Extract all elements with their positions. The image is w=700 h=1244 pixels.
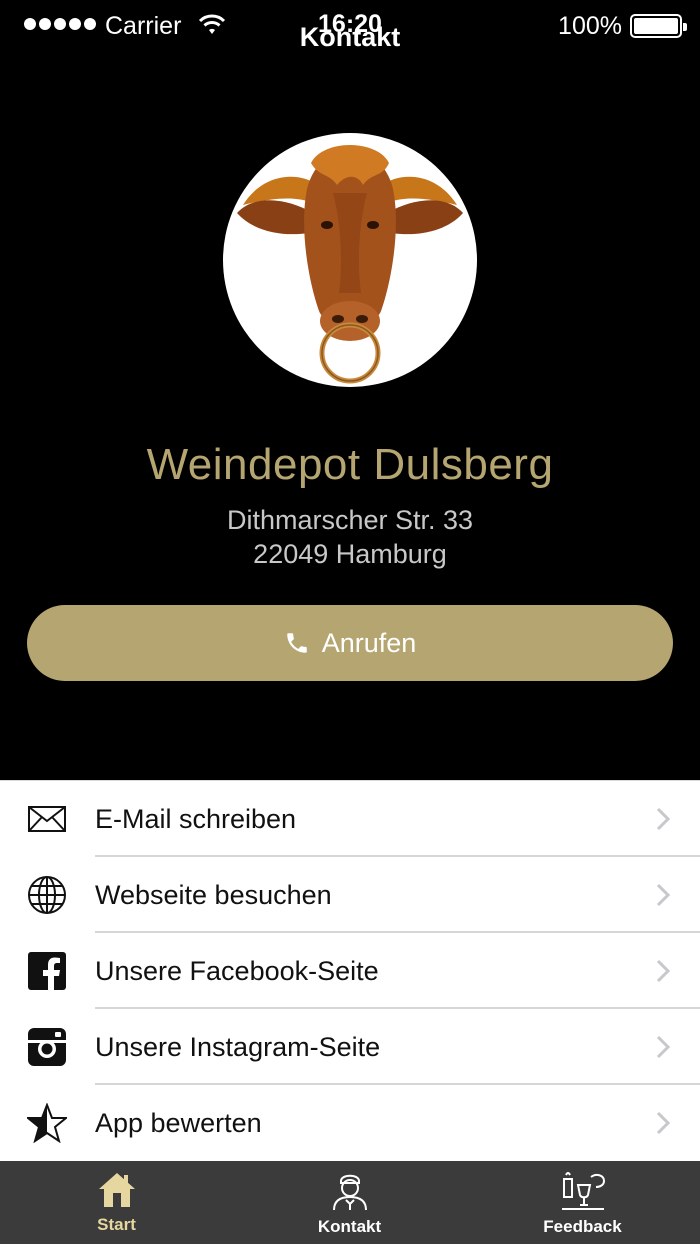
person-icon	[332, 1174, 367, 1211]
list-item-email[interactable]: E-Mail schreiben	[0, 781, 700, 857]
chevron-right-icon	[656, 959, 670, 983]
tab-feedback[interactable]: Feedback	[466, 1161, 699, 1244]
wine-feedback-icon	[561, 1172, 605, 1210]
facebook-icon	[27, 951, 67, 991]
business-name: Weindepot Dulsberg	[146, 440, 554, 489]
tab-label: Kontakt	[317, 1217, 382, 1236]
list-item-instagram[interactable]: Unsere Instagram-Seite	[0, 1009, 700, 1085]
star-icon	[27, 1103, 67, 1143]
instagram-icon	[27, 1027, 67, 1067]
list-item-website[interactable]: Webseite besuchen	[0, 857, 700, 933]
phone-icon	[286, 633, 307, 653]
list-item-rate-app[interactable]: App bewerten	[0, 1085, 700, 1161]
tab-label: Start	[97, 1215, 136, 1234]
tab-start[interactable]: Start	[0, 1161, 233, 1244]
chevron-right-icon	[656, 1111, 670, 1135]
tab-label: Feedback	[543, 1217, 622, 1236]
home-icon	[98, 1173, 135, 1207]
list-item-label: Unsere Instagram-Seite	[95, 1031, 381, 1062]
list-item-label: Webseite besuchen	[95, 879, 332, 910]
chevron-right-icon	[656, 883, 670, 907]
business-logo	[223, 133, 477, 387]
call-button-label: Anrufen	[321, 627, 417, 658]
globe-icon	[27, 875, 67, 915]
contact-options-list: E-Mail schreiben Webseite besuchen Unser…	[0, 780, 700, 1161]
list-item-label: App bewerten	[95, 1107, 262, 1138]
chevron-right-icon	[656, 1035, 670, 1059]
address-city: 22049 Hamburg	[253, 539, 447, 569]
list-item-label: Unsere Facebook-Seite	[95, 955, 379, 986]
list-item-facebook[interactable]: Unsere Facebook-Seite	[0, 933, 700, 1009]
list-item-label: E-Mail schreiben	[95, 803, 297, 834]
address-street: Dithmarscher Str. 33	[226, 505, 474, 535]
call-button[interactable]: Anrufen	[27, 605, 673, 681]
envelope-icon	[27, 799, 67, 839]
bull-head-logo-icon	[237, 145, 463, 384]
tab-bar: Start Kontakt Feedback	[0, 1161, 700, 1244]
tab-kontakt[interactable]: Kontakt	[233, 1161, 466, 1244]
chevron-right-icon	[656, 807, 670, 831]
page-title: Kontakt	[299, 22, 401, 52]
